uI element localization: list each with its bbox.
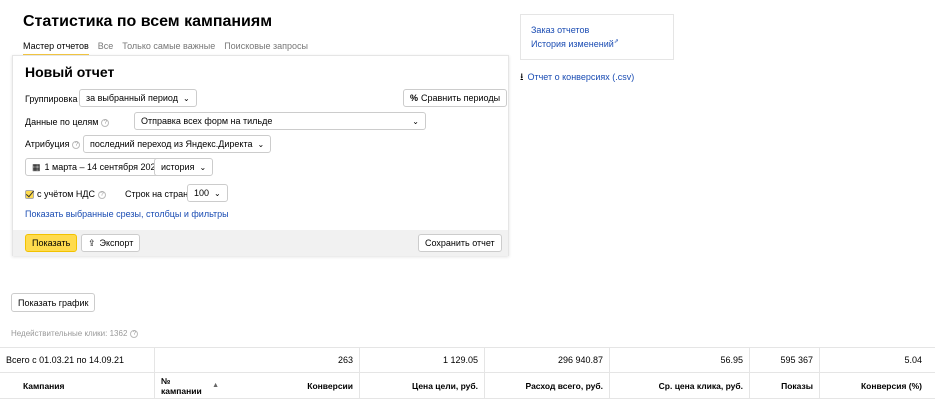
page-title: Статистика по всем кампаниям [23, 13, 273, 30]
export-label: Экспорт [99, 238, 134, 248]
help-icon[interactable]: ? [98, 190, 107, 199]
grouping-select[interactable]: за выбранный период ⌄ [79, 89, 197, 107]
tab-all[interactable]: Все [98, 41, 114, 56]
upload-icon: ⇪ [88, 237, 96, 248]
show-button[interactable]: Показать [25, 234, 78, 252]
totals-conversions: 263 [155, 348, 360, 372]
totals-total-spend: 296 940.87 [485, 348, 610, 372]
show-chart-button[interactable]: Показать график [11, 293, 96, 312]
rows-per-page-select[interactable]: 100 ⌄ [187, 184, 228, 202]
history-label: история [161, 162, 195, 172]
col-campaign-no[interactable]: № кампании ▲ [155, 373, 225, 398]
goals-select[interactable]: Отправка всех форм на тильде ⌄ [134, 112, 426, 130]
totals-avg-cpc: 56.95 [610, 348, 750, 372]
chevron-down-icon: ⌄ [214, 188, 221, 198]
goals-label: Данные по целям? [25, 117, 110, 127]
totals-label: Всего с 01.03.21 по 14.09.21 [0, 348, 155, 372]
percent-icon: % [410, 93, 419, 103]
order-reports-link[interactable]: Заказ отчетов [531, 25, 673, 35]
col-impressions[interactable]: Показы [750, 373, 820, 398]
compare-label: Сравнить периоды [421, 93, 501, 103]
totals-goal-price: 1 129.05 [360, 348, 485, 372]
change-history-link[interactable]: История изменений⇗ [531, 38, 673, 49]
report-panel: Новый отчет Группировка за выбранный пер… [12, 55, 509, 256]
show-button-label: Показать [32, 238, 71, 248]
attribution-value: последний переход из Яндекс.Директа [90, 139, 253, 149]
help-icon[interactable]: ? [101, 118, 110, 127]
rows-per-page-value: 100 [194, 188, 210, 198]
save-report-label: Сохранить отчет [425, 238, 495, 248]
tab-report-master[interactable]: Мастер отчетов [23, 41, 89, 56]
compare-periods-button[interactable]: % Сравнить периоды [403, 89, 508, 107]
save-report-button[interactable]: Сохранить отчет [418, 234, 502, 252]
chevron-down-icon: ⌄ [182, 93, 190, 103]
attribution-select[interactable]: последний переход из Яндекс.Директа ⌄ [83, 135, 272, 153]
download-icon: ⭳ [520, 72, 524, 83]
col-campaign[interactable]: Кампания [0, 373, 155, 398]
grouping-value: за выбранный период [86, 93, 178, 103]
col-conversions[interactable]: Конверсии [225, 373, 360, 398]
calendar-icon: ▦ [32, 161, 41, 172]
totals-conversion-rate: 5.04 [904, 355, 922, 365]
conversions-csv-link[interactable]: ⭳ Отчет о конверсиях (.csv) [520, 70, 634, 87]
grouping-label: Группировка [25, 94, 78, 104]
table-header-row: Кампания № кампании ▲ Конверсии Цена цели… [0, 373, 935, 399]
external-link-icon: ⇗ [613, 39, 619, 45]
chevron-down-icon: ⌄ [257, 139, 265, 149]
export-button[interactable]: ⇪ Экспорт [81, 234, 141, 252]
report-actions-bar: Показать ⇪ Экспорт Сохранить отчет [13, 230, 508, 256]
sort-asc-icon: ▲ [212, 382, 219, 389]
tab-most-important[interactable]: Только самые важные [122, 41, 215, 56]
history-select[interactable]: история ⌄ [154, 158, 214, 176]
vat-label: с учётом НДС [37, 189, 96, 199]
vat-checkbox[interactable] [25, 190, 34, 200]
stats-table: Всего с 01.03.21 по 14.09.21 263 1 129.0… [0, 347, 935, 399]
attribution-label: Атрибуция? [25, 139, 81, 149]
show-selected-link[interactable]: Показать выбранные срезы, столбцы и филь… [25, 209, 229, 219]
report-tabs: Мастер отчетов Все Только самые важные П… [23, 41, 308, 56]
date-range-picker[interactable]: ▦ 1 марта – 14 сентября 2021 [25, 158, 168, 176]
chevron-down-icon: ⌄ [412, 116, 419, 126]
totals-impressions: 595 367 [750, 348, 820, 372]
help-icon[interactable]: ? [130, 329, 139, 338]
conversions-csv-label: Отчет о конверсиях (.csv) [527, 72, 635, 82]
col-goal-price[interactable]: Цена цели, руб. [360, 373, 485, 398]
date-range-value: 1 марта – 14 сентября 2021 [44, 162, 161, 172]
totals-row: Всего с 01.03.21 по 14.09.21 263 1 129.0… [0, 347, 935, 373]
col-avg-cpc[interactable]: Ср. цена клика, руб. [610, 373, 750, 398]
col-total-spend[interactable]: Расход всего, руб. [485, 373, 610, 398]
side-links-box: Заказ отчетов История изменений⇗ [520, 14, 674, 60]
vat-checkbox-row[interactable]: с учётом НДС? [25, 189, 107, 200]
report-title: Новый отчет [25, 64, 115, 80]
col-conversion-rate[interactable]: Конверсия (%) [820, 373, 928, 398]
help-icon[interactable]: ? [72, 140, 81, 149]
show-chart-label: Показать график [18, 297, 89, 308]
tab-search-queries[interactable]: Поисковые запросы [224, 41, 308, 56]
invalid-clicks-note: Недействительные клики: 1362? [11, 329, 139, 338]
chevron-down-icon: ⌄ [199, 162, 207, 172]
goals-value: Отправка всех форм на тильде [141, 116, 273, 126]
